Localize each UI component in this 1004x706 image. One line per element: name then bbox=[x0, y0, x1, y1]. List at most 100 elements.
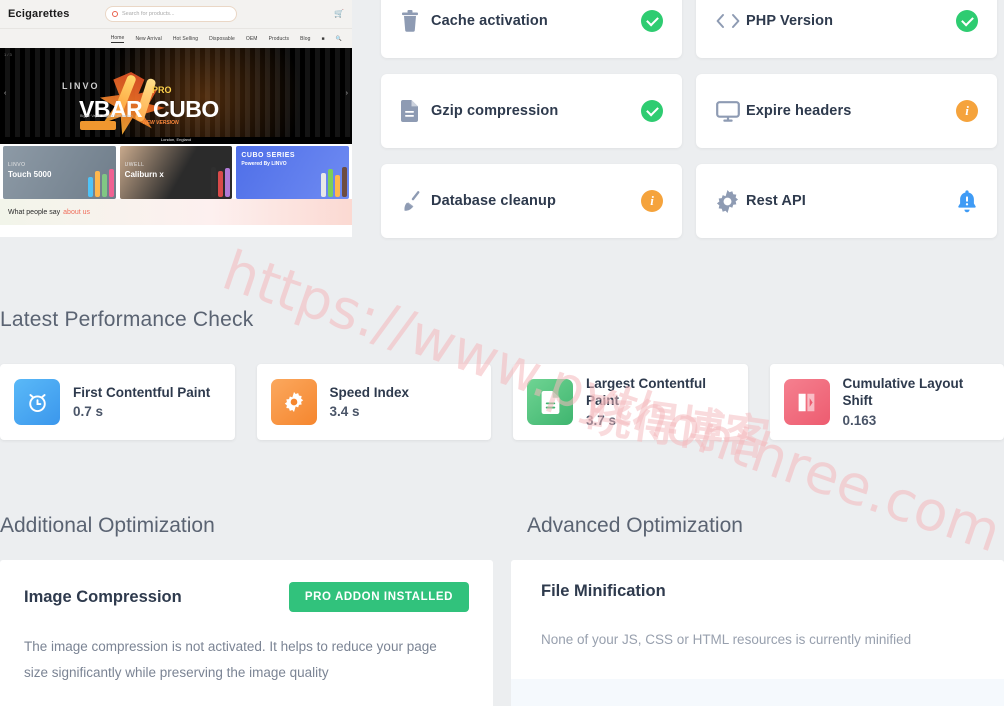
status-label: Cache activation bbox=[431, 13, 548, 29]
chevron-left-icon[interactable]: ‹ bbox=[4, 90, 6, 97]
preview-city-label: London, England bbox=[0, 137, 352, 144]
additional-optimization-column: Additional Optimization Image Compressio… bbox=[0, 490, 493, 706]
image-compression-description: The image compression is not activated. … bbox=[24, 639, 437, 681]
metric-card-largest-contentful-paint[interactable]: Largest Contentful Paint 3.7 s bbox=[513, 364, 748, 440]
preview-product-card[interactable]: LINVO Touch 5000 bbox=[3, 146, 116, 199]
metric-name: Largest Contentful Paint bbox=[586, 376, 706, 408]
file-minification-description: None of your JS, CSS or HTML resources i… bbox=[541, 632, 912, 647]
preview-nav-search-icon[interactable]: 🔍 bbox=[336, 36, 342, 42]
preview-hero-new-version: NEW VERSION bbox=[143, 120, 179, 126]
status-badge-info: i bbox=[955, 99, 979, 123]
status-card-database-cleanup[interactable]: Database cleanup i bbox=[381, 164, 682, 238]
alarm-clock-icon bbox=[14, 379, 60, 425]
gear-icon bbox=[270, 379, 317, 425]
preview-hero-badge: PRO bbox=[152, 85, 172, 95]
advanced-optimization-column: Advanced Optimization File Minification … bbox=[511, 490, 1004, 706]
status-card-cache-activation[interactable]: Cache activation bbox=[381, 0, 682, 58]
status-card-php-version[interactable]: PHP Version bbox=[696, 0, 997, 58]
bell-alert-icon bbox=[958, 190, 976, 213]
image-compression-card: Image Compression PRO ADDON INSTALLED Th… bbox=[0, 560, 493, 706]
pro-addon-installed-badge[interactable]: PRO ADDON INSTALLED bbox=[288, 582, 469, 612]
monitor-icon bbox=[716, 100, 746, 122]
preview-product-image bbox=[321, 167, 348, 197]
file-minification-card: File Minification None of your JS, CSS o… bbox=[511, 560, 1004, 706]
preview-hero-tagline: Bigger Vapor, Bigger Satisfaction bbox=[80, 114, 133, 118]
preview-testimonials-text: What people say bbox=[8, 208, 61, 216]
optimization-status-grid: Cache activation PHP Version Gzip compre… bbox=[381, 0, 997, 238]
preview-testimonials-heading: What people say about us bbox=[0, 199, 352, 225]
performance-section-title: Latest Performance Check bbox=[0, 308, 254, 331]
preview-product-card[interactable]: UWELL Caliburn x bbox=[119, 146, 233, 199]
preview-testimonials-link[interactable]: about us bbox=[63, 209, 90, 216]
metric-name: First Contentful Paint bbox=[73, 384, 211, 400]
preview-product-image bbox=[211, 167, 231, 197]
status-label: Database cleanup bbox=[431, 193, 556, 209]
trash-icon bbox=[401, 10, 431, 32]
preview-search-box[interactable]: Search for products... bbox=[105, 6, 237, 22]
additional-optimization-heading: Additional Optimization bbox=[0, 514, 215, 537]
metric-card-speed-index[interactable]: Speed Index 3.4 s bbox=[256, 364, 491, 440]
preview-product-card[interactable]: CUBO SERIES Powered By LINVO bbox=[236, 146, 350, 199]
preview-nav-cart-icon[interactable]: ■ bbox=[322, 36, 325, 42]
file-minification-title: File Minification bbox=[541, 582, 666, 600]
preview-product-brand: CUBO SERIES bbox=[241, 152, 296, 159]
status-badge-info: i bbox=[640, 189, 664, 213]
preview-product-name: Powered By LINVO bbox=[241, 161, 287, 167]
metric-name: Speed Index bbox=[329, 384, 410, 400]
metric-card-first-contentful-paint[interactable]: First Contentful Paint 0.7 s bbox=[0, 364, 235, 440]
code-brackets-icon bbox=[716, 12, 746, 30]
preview-hero-cta-button[interactable] bbox=[80, 121, 116, 130]
status-badge-ok bbox=[640, 99, 664, 123]
preview-product-name: Caliburn x bbox=[124, 170, 164, 179]
preview-review-item: ★★★★★ bbox=[120, 230, 232, 237]
preview-nav-item-hot-selling[interactable]: Hot Selling bbox=[173, 36, 198, 42]
layout-shift-icon bbox=[783, 379, 830, 425]
preview-nav-item-products[interactable]: Products bbox=[269, 36, 290, 42]
broom-icon bbox=[401, 189, 431, 213]
gear-icon bbox=[716, 189, 746, 213]
site-preview-thumbnail[interactable]: Ecigarettes Search for products... 🛒 Hom… bbox=[0, 0, 352, 237]
preview-hero-counter: 1 / 3 bbox=[4, 52, 12, 57]
preview-site-nav: Home New Arrival Hot Selling Disposable … bbox=[0, 28, 352, 48]
performance-dashboard-page: Ecigarettes Search for products... 🛒 Hom… bbox=[0, 0, 1004, 706]
metric-value: 3.7 s bbox=[586, 412, 617, 428]
metric-name: Cumulative Layout Shift bbox=[842, 376, 964, 408]
preview-review-item: ★★★★★ bbox=[5, 230, 116, 237]
chevron-right-icon[interactable]: › bbox=[346, 90, 348, 97]
preview-product-brand: LINVO bbox=[8, 162, 26, 168]
metric-value: 0.7 s bbox=[73, 404, 104, 420]
preview-nav-item-home[interactable]: Home bbox=[110, 35, 125, 43]
preview-nav-item-disposable[interactable]: Disposable bbox=[209, 36, 235, 42]
preview-product-brand: UWELL bbox=[124, 162, 145, 168]
preview-nav-item-blog[interactable]: Blog bbox=[300, 36, 310, 42]
status-label: Expire headers bbox=[746, 103, 852, 119]
document-icon bbox=[401, 100, 431, 122]
preview-review-list: ★★★★★ ★★★★★ ★★★★★ bbox=[0, 225, 352, 237]
metric-card-cumulative-layout-shift[interactable]: Cumulative Layout Shift 0.163 bbox=[769, 364, 1004, 440]
preview-product-name: Touch 5000 bbox=[8, 170, 52, 179]
document-icon bbox=[527, 379, 573, 425]
optimization-panels: Additional Optimization Image Compressio… bbox=[0, 490, 1004, 706]
preview-product-card-list: LINVO Touch 5000 UWELL Caliburn x CUBO S… bbox=[0, 144, 352, 199]
status-label: Rest API bbox=[746, 193, 806, 209]
status-card-expire-headers[interactable]: Expire headers i bbox=[696, 74, 997, 148]
preview-review-item: ★★★★★ bbox=[236, 230, 348, 237]
image-compression-title: Image Compression bbox=[24, 587, 182, 606]
metric-value: 3.4 s bbox=[329, 404, 360, 420]
preview-hero-title-right: CUBO bbox=[153, 96, 219, 122]
preview-hero-banner: 1 / 3 LINVO VBAR CUBO PRO Bigger Vapor, … bbox=[0, 48, 352, 137]
status-badge-ok bbox=[955, 9, 979, 33]
preview-nav-item-new-arrival[interactable]: New Arrival bbox=[135, 36, 161, 42]
file-minification-subpanel bbox=[511, 679, 1004, 706]
status-card-gzip-compression[interactable]: Gzip compression bbox=[381, 74, 682, 148]
performance-metrics-row: First Contentful Paint 0.7 s Speed Index… bbox=[0, 364, 1004, 440]
preview-site-brand: Ecigarettes bbox=[8, 8, 70, 20]
preview-site-header: Ecigarettes Search for products... 🛒 bbox=[0, 0, 352, 28]
preview-nav-item-oem[interactable]: OEM bbox=[246, 36, 258, 42]
search-icon bbox=[112, 11, 118, 17]
status-card-rest-api[interactable]: Rest API bbox=[696, 164, 997, 238]
cart-icon[interactable]: 🛒 bbox=[334, 9, 344, 18]
advanced-optimization-heading: Advanced Optimization bbox=[527, 514, 743, 537]
status-badge-ok bbox=[640, 9, 664, 33]
preview-product-image bbox=[87, 169, 114, 197]
